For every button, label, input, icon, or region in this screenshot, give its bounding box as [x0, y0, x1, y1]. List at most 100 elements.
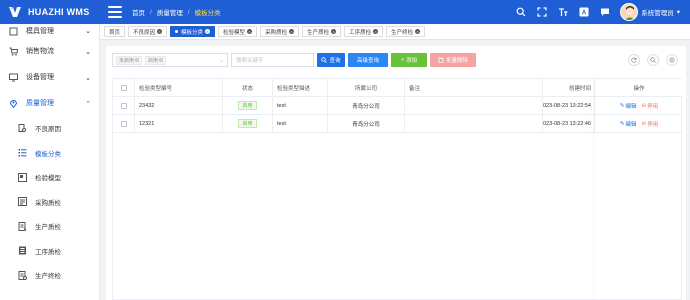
chevron-down-icon: ⌄ — [218, 57, 224, 64]
column-header[interactable]: 状态 — [223, 78, 273, 97]
lock-icon: ⊖ — [641, 102, 647, 109]
final-check-icon — [18, 270, 27, 280]
button-label: 高级查询 — [356, 58, 379, 64]
sidebar-item-sales[interactable]: 销售物流 ⌄ — [0, 38, 99, 64]
search-button[interactable]: 查询 — [317, 53, 345, 67]
status-select[interactable]: 未启用 × 启用 × ⌄ — [112, 53, 228, 67]
row-select-cell — [113, 96, 135, 115]
search-icon[interactable] — [647, 54, 659, 66]
sidebar-sub-production-qc[interactable]: 生产质检 — [0, 214, 99, 239]
code-cell: 23432 — [135, 96, 223, 115]
sidebar-item-mold[interactable]: 模具管理 ⌄ — [0, 24, 99, 38]
sidebar-sub-purchase-qc[interactable]: 采购质检 — [0, 190, 99, 215]
disable-button[interactable]: ⊖ 停用 — [642, 120, 659, 128]
column-header[interactable]: 备注 — [405, 78, 543, 97]
company-cell: 青岛分公司 — [328, 96, 405, 115]
breadcrumb-home[interactable]: 首页 — [132, 7, 145, 17]
sidebar-sub-template-category[interactable]: 模板分类 — [0, 141, 99, 166]
column-header[interactable]: 所属公司 — [328, 78, 405, 97]
table-tools — [628, 54, 678, 66]
edit-icon: ✎ — [619, 120, 625, 127]
logo-icon — [9, 7, 21, 17]
breadcrumb: 首页 / 质量管理 / 模板分类 — [132, 7, 221, 18]
table-row[interactable]: 12321 启用 test 青岛分公司 2023-08-23 13:22:46 … — [113, 114, 683, 133]
user-name: 系统管理员 — [641, 10, 674, 17]
settings-icon[interactable] — [666, 54, 678, 66]
sidebar-sub-defect-reason[interactable]: 不良原因 — [0, 116, 99, 141]
tab-process-qc[interactable]: 工序质检 × — [344, 26, 384, 37]
chevron-up-icon: ⌃ — [85, 101, 91, 108]
close-icon[interactable]: × — [331, 29, 337, 34]
action-cell: ✎ 编辑 ⊖ 停用 — [595, 115, 683, 133]
tab-bar: 首页 不良原因 × 模板分类 × 检验模型 × 采购质检 × 生产质检 × 工序质检 × 生… — [100, 24, 690, 40]
keyword-input[interactable]: 搜索关键字 — [231, 53, 314, 67]
sidebar-sub-final-check[interactable]: 生产终检 — [0, 263, 99, 288]
row-checkbox[interactable] — [120, 102, 127, 109]
breadcrumb-current: 模板分类 — [194, 10, 221, 17]
add-button[interactable]: + 添加 — [391, 53, 427, 67]
disable-button[interactable]: ⊖ 停用 — [642, 102, 659, 110]
breadcrumb-quality[interactable]: 质量管理 — [157, 7, 183, 17]
tab-label: 模板分类 — [181, 29, 204, 36]
sidebar-sub-process-qc[interactable]: 工序质检 — [0, 239, 99, 264]
close-icon[interactable]: × — [157, 29, 163, 34]
tab-home[interactable]: 首页 — [104, 26, 126, 37]
column-header[interactable]: 检验类型编号 — [135, 78, 223, 97]
search-icon[interactable] — [515, 7, 526, 18]
created-cell: 2023-08-23 13:22:54 — [543, 96, 595, 115]
tab-purchase-qc[interactable]: 采购质检 × — [260, 26, 300, 37]
tab-label: 检验模型 — [223, 29, 246, 36]
sidebar-item-label: 不良原因 — [35, 126, 61, 134]
close-icon[interactable]: × — [159, 58, 164, 62]
tab-defect-reason[interactable]: 不良原因 × — [128, 26, 168, 37]
table-row[interactable]: 23432 启用 test 青岛分公司 2023-08-23 13:22:54 … — [113, 96, 683, 115]
sidebar-item-equipment[interactable]: 设备管理 ⌄ — [0, 64, 99, 90]
button-label: 停用 — [647, 121, 659, 128]
column-header[interactable]: 检验类型描述 — [273, 78, 328, 97]
edit-button[interactable]: ✎ 编辑 — [620, 120, 637, 128]
close-icon[interactable]: × — [247, 29, 253, 34]
tab-production-qc[interactable]: 生产质检 × — [302, 26, 342, 37]
refresh-icon[interactable] — [628, 54, 640, 66]
menu-toggle-icon[interactable] — [108, 6, 122, 18]
filter-toolbar: 未启用 × 启用 × ⌄ 搜索关键字 查询 高级查询 + 添加 批量删除 — [112, 53, 476, 67]
message-icon[interactable] — [599, 7, 610, 18]
batch-delete-button[interactable]: 批量删除 — [430, 53, 476, 67]
sidebar: 模具管理 ⌄ 销售物流 ⌄ 设备管理 ⌄ 质量管理 ⌃ 不良原因 模板分类 检验… — [0, 24, 100, 300]
font-size-icon[interactable] — [557, 7, 568, 18]
close-icon[interactable]: × — [415, 29, 421, 34]
tab-final-check[interactable]: 生产终检 × — [386, 26, 426, 37]
sidebar-item-label: 质量管理 — [26, 100, 54, 107]
close-icon[interactable]: × — [205, 29, 211, 34]
sidebar-item-quality[interactable]: 质量管理 ⌃ — [0, 90, 99, 116]
advanced-search-button[interactable]: 高级查询 — [348, 53, 388, 67]
breadcrumb-separator: / — [187, 8, 190, 16]
fixed-column-divider — [595, 79, 596, 300]
sidebar-sub-inspection-model[interactable]: 检验模型 — [0, 165, 99, 190]
box-icon — [8, 26, 18, 36]
data-table: 检验类型编号 状态 检验类型描述 所属公司 备注 创建时间 操作 23432 启… — [112, 78, 683, 300]
trash-icon — [438, 57, 444, 63]
tab-template-category[interactable]: 模板分类 × — [170, 26, 216, 37]
column-header[interactable]: 创建时间 — [543, 78, 595, 97]
tab-inspection-model[interactable]: 检验模型 × — [218, 26, 258, 37]
chevron-down-icon: ⌄ — [85, 49, 91, 56]
select-all-checkbox[interactable] — [120, 84, 127, 91]
status-badge: 启用 — [238, 119, 257, 128]
remark-cell — [405, 114, 543, 133]
user-menu[interactable]: 系统管理员 ▾ — [620, 3, 680, 21]
button-label: 添加 — [406, 58, 418, 64]
close-icon[interactable]: × — [289, 29, 295, 34]
top-bar: HUAZHI WMS 首页 / 质量管理 / 模板分类 A 系统管理员 ▾ — [0, 0, 690, 24]
sidebar-item-label: 工序质检 — [35, 248, 61, 256]
fullscreen-icon[interactable] — [536, 7, 547, 18]
tab-label: 生产质检 — [307, 29, 330, 36]
chip-label: 启用 — [148, 57, 159, 64]
row-checkbox[interactable] — [120, 120, 127, 127]
code-cell: 12321 — [135, 114, 223, 133]
edit-button[interactable]: ✎ 编辑 — [620, 102, 637, 110]
language-icon[interactable]: A — [578, 7, 589, 18]
close-icon[interactable]: × — [135, 58, 140, 62]
process-icon — [18, 246, 27, 255]
close-icon[interactable]: × — [373, 29, 379, 34]
